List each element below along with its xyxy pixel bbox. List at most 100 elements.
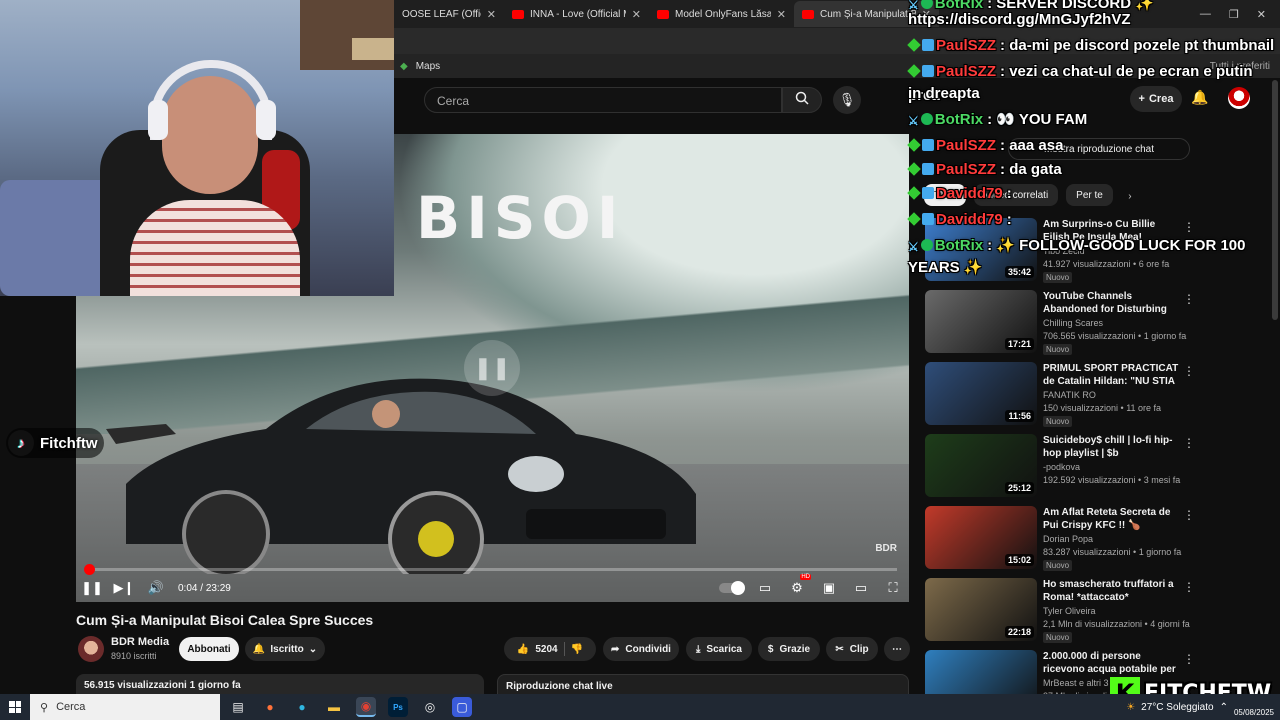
create-button[interactable]: + Crea bbox=[1130, 86, 1182, 112]
video-thumbnail[interactable]: 15:02 bbox=[925, 506, 1037, 569]
video-channel[interactable]: Tyler Oliveira bbox=[1043, 606, 1096, 616]
subscribed-button[interactable]: 🔔 Iscritto ⌄ bbox=[245, 637, 325, 661]
file-explorer-icon[interactable]: ▬ bbox=[324, 697, 344, 717]
browser-tab[interactable]: OOSE LEAF (Official Mu ✕ bbox=[394, 1, 504, 27]
filter-chip[interactable]: Tutte bbox=[924, 184, 967, 206]
thanks-button[interactable]: $ Grazie bbox=[758, 637, 820, 661]
search-input[interactable]: Cerca bbox=[424, 87, 782, 113]
kebab-menu-icon[interactable]: ⋮ bbox=[1183, 220, 1195, 234]
recommended-video[interactable]: 15:02 Am Aflat Reteta Secreta de Pui Cris… bbox=[925, 506, 1245, 571]
firefox-icon[interactable]: ● bbox=[260, 697, 280, 717]
new-badge: Nuovo bbox=[1043, 344, 1073, 355]
sidebar-scrollbar[interactable] bbox=[1272, 80, 1278, 320]
voice-search-button[interactable]: 🎙 bbox=[833, 86, 861, 114]
video-thumbnail[interactable]: 11:56 bbox=[925, 362, 1037, 425]
pause-button[interactable]: ❚❚ bbox=[76, 580, 108, 596]
maximize-icon[interactable]: ❐ bbox=[1229, 8, 1239, 21]
sub-badge-icon bbox=[907, 138, 921, 152]
video-thumbnail[interactable]: 17:21 bbox=[925, 290, 1037, 353]
tier-badge-icon bbox=[922, 139, 934, 151]
video-title[interactable]: Ho smascherato truffatori a Roma! *attac… bbox=[1043, 578, 1179, 604]
bookmarks-all[interactable]: Tutti i preferiti bbox=[1210, 61, 1280, 72]
share-button[interactable]: ➦ Condividi bbox=[603, 637, 679, 661]
download-button[interactable]: ⤓ Scarica bbox=[686, 637, 752, 661]
start-button[interactable] bbox=[0, 701, 30, 713]
like-icon[interactable]: 👍 bbox=[517, 644, 529, 655]
video-title[interactable]: PRIMUL SPORT PRACTICAT de Catalin Hildan… bbox=[1043, 362, 1179, 388]
close-tab-icon[interactable]: ✕ bbox=[777, 8, 786, 21]
recommended-video[interactable]: 11:56 PRIMUL SPORT PRACTICAT de Catalin H… bbox=[925, 362, 1245, 427]
kebab-menu-icon[interactable]: ⋮ bbox=[1183, 580, 1195, 594]
recommended-video[interactable]: 22:18 Ho smascherato truffatori a Roma! *… bbox=[925, 578, 1245, 643]
close-tab-icon[interactable]: ✕ bbox=[922, 8, 931, 21]
filter-chip[interactable]: Per te bbox=[1066, 184, 1113, 206]
next-button[interactable]: ▶❙ bbox=[108, 580, 140, 596]
chrome-icon[interactable]: ◉ bbox=[356, 697, 376, 717]
recommended-video[interactable]: 25:12 Suicideboy$ chill | lo-fi hip-hop p… bbox=[925, 434, 1245, 498]
show-chat-replay-button[interactable]: Mostra riproduzione chat bbox=[1008, 138, 1190, 160]
channel-name[interactable]: BDR Media bbox=[111, 636, 169, 648]
search-button[interactable] bbox=[782, 87, 822, 113]
video-channel[interactable]: -podkova bbox=[1043, 462, 1080, 472]
volume-button[interactable]: 🔊 bbox=[140, 580, 172, 596]
video-thumbnail[interactable]: 35:42 bbox=[925, 218, 1037, 281]
edge-icon[interactable]: ● bbox=[292, 697, 312, 717]
video-title[interactable]: Am Surprins-o Cu Billie Eilish Pe Insula… bbox=[1043, 218, 1179, 244]
filter-chip[interactable]: Video correlati bbox=[974, 184, 1059, 206]
kebab-menu-icon[interactable]: ⋮ bbox=[1183, 292, 1195, 306]
settings-button[interactable]: ⚙ bbox=[781, 574, 813, 596]
photoshop-icon[interactable]: Ps bbox=[388, 697, 408, 717]
autoplay-toggle[interactable] bbox=[719, 581, 745, 595]
clip-button[interactable]: ✂ Clip bbox=[826, 637, 878, 661]
browser-tab[interactable]: INNA - Love (Official Music Vid ✕ bbox=[504, 1, 649, 27]
address-bar[interactable] bbox=[394, 28, 1280, 54]
video-title[interactable]: 2.000.000 di persone ricevono acqua pota… bbox=[1043, 650, 1179, 676]
create-label: Crea bbox=[1148, 93, 1174, 105]
theater-button[interactable]: ▭ bbox=[845, 580, 877, 596]
kebab-menu-icon[interactable]: ⋮ bbox=[1183, 508, 1195, 522]
video-thumbnail[interactable]: 22:18 bbox=[925, 578, 1037, 641]
video-channel[interactable]: MrBeast e altri 3 bbox=[1043, 678, 1109, 688]
minimize-icon[interactable]: — bbox=[1200, 8, 1211, 20]
close-tab-icon[interactable]: ✕ bbox=[487, 8, 496, 21]
recommended-video[interactable]: 35:42 Am Surprins-o Cu Billie Eilish Pe I… bbox=[925, 218, 1245, 283]
like-count[interactable]: 5204 bbox=[535, 644, 557, 655]
progress-bar[interactable] bbox=[84, 564, 897, 575]
more-actions-button[interactable]: ⋯ bbox=[884, 637, 910, 661]
kebab-menu-icon[interactable]: ⋮ bbox=[1183, 652, 1195, 666]
task-view-icon[interactable]: ▤ bbox=[228, 697, 248, 717]
video-title[interactable]: Am Aflat Reteta Secreta de Pui Crispy KF… bbox=[1043, 506, 1179, 532]
miniplayer-button[interactable]: ▣ bbox=[813, 580, 845, 596]
headset-ear-right bbox=[256, 100, 276, 140]
weather-label[interactable]: 27°C Soleggiato bbox=[1141, 702, 1213, 713]
channel-avatar[interactable] bbox=[78, 636, 104, 662]
dislike-icon[interactable]: 👎 bbox=[571, 644, 583, 655]
app-icon[interactable]: ▢ bbox=[452, 697, 472, 717]
browser-tab[interactable]: Model OnlyFans Lăsată Să Moa ✕ bbox=[649, 1, 794, 27]
subtitles-button[interactable]: ▭ bbox=[749, 580, 781, 596]
fullscreen-button[interactable]: ⛶ bbox=[877, 580, 909, 596]
kebab-menu-icon[interactable]: ⋮ bbox=[1183, 436, 1195, 450]
chevron-right-icon[interactable]: › bbox=[1121, 184, 1139, 208]
video-channel[interactable]: FANATIK RO bbox=[1043, 390, 1096, 400]
video-channel[interactable]: Dorian Popa bbox=[1043, 534, 1093, 544]
taskbar-search[interactable]: ⚲ Cerca bbox=[30, 694, 220, 720]
video-channel[interactable]: Chilling Scares bbox=[1043, 318, 1103, 328]
browser-tab[interactable]: Cum Și-a Manipulat Bisoi C ✕ bbox=[794, 1, 939, 27]
kebab-menu-icon[interactable]: ⋮ bbox=[1183, 364, 1195, 378]
join-button[interactable]: Abbonati bbox=[179, 637, 239, 661]
clock[interactable]: 05/08/2025 bbox=[1234, 696, 1274, 718]
bookmark-maps[interactable]: Maps bbox=[416, 61, 440, 72]
recommended-video[interactable]: 17:21 YouTube Channels Abandoned for Dist… bbox=[925, 290, 1245, 355]
close-window-icon[interactable]: ✕ bbox=[1257, 8, 1266, 21]
tray-expand-icon[interactable]: ⌃ bbox=[1220, 702, 1228, 713]
obs-icon[interactable]: ◎ bbox=[420, 697, 440, 717]
account-avatar[interactable] bbox=[1228, 87, 1250, 109]
pause-icon: ❚❚ bbox=[81, 580, 103, 595]
video-title[interactable]: Suicideboy$ chill | lo-fi hip-hop playli… bbox=[1043, 434, 1179, 460]
video-title[interactable]: YouTube Channels Abandoned for Disturbin… bbox=[1043, 290, 1179, 316]
close-tab-icon[interactable]: ✕ bbox=[632, 8, 641, 21]
video-thumbnail[interactable]: 25:12 bbox=[925, 434, 1037, 497]
notifications-bell-icon[interactable]: 🔔 bbox=[1191, 89, 1208, 106]
video-channel[interactable]: Tibo Zeciu bbox=[1043, 246, 1085, 256]
